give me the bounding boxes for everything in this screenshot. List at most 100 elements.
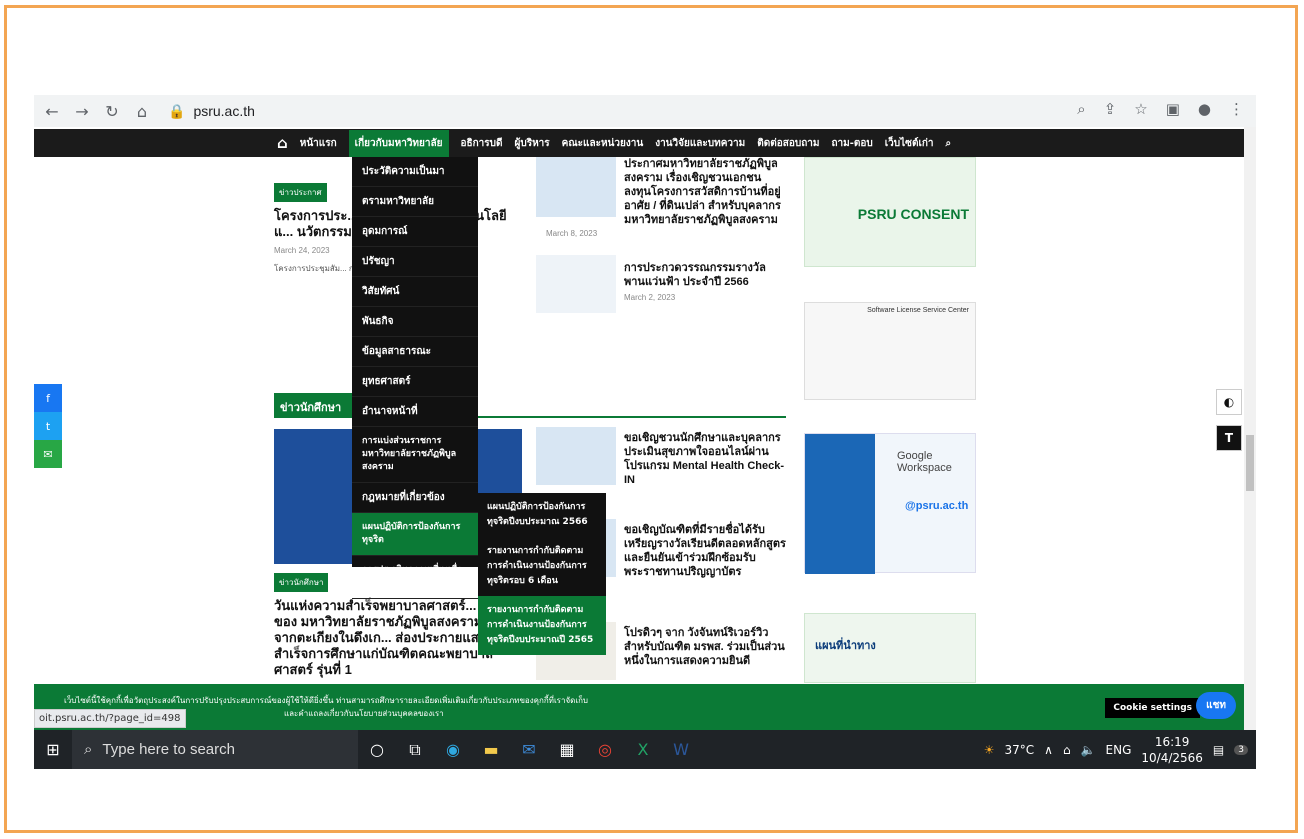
submenu-item-active[interactable]: รายงานการกำกับติดตามการดำเนินงานป้องกันก… xyxy=(478,596,606,655)
zoom-icon[interactable]: ⌕ xyxy=(1077,100,1085,118)
share-icon[interactable]: ⇪ xyxy=(1104,100,1117,118)
url-text: psru.ac.th xyxy=(193,103,255,119)
notification-badge: 3 xyxy=(1234,744,1248,755)
menu-item[interactable]: ยุทธศาสตร์ xyxy=(352,367,478,397)
top-navigation: ⌂ หน้าแรก เกี่ยวกับมหาวิทยาลัย อธิการบดี… xyxy=(34,129,1244,157)
menu-item[interactable]: วิสัยทัศน์ xyxy=(352,277,478,307)
task-view-icon[interactable]: ⧉ xyxy=(396,740,434,760)
volume-icon[interactable]: 🔈 xyxy=(1081,743,1096,757)
menu-item[interactable]: ประวัติความเป็นมา xyxy=(352,157,478,187)
menu-item[interactable]: การแบ่งส่วนราชการมหาวิทยาลัยราชภัฏพิบูลส… xyxy=(352,427,478,483)
file-explorer-icon[interactable]: ▬ xyxy=(472,740,510,759)
anticorruption-submenu: แผนปฏิบัติการป้องกันการทุจริตปีงบประมาณ … xyxy=(478,493,606,655)
home-icon[interactable]: ⌂ xyxy=(130,102,154,121)
nav-item[interactable]: ผู้บริหาร xyxy=(515,136,550,151)
post-date: March 2, 2023 xyxy=(624,293,676,302)
share-sidebar: f t ✉ xyxy=(34,384,62,468)
student-post-1: ขอเชิญชวนนักศึกษาและบุคลากรประเมินสุขภาพ… xyxy=(536,427,786,497)
language-indicator[interactable]: ENG xyxy=(1106,743,1132,757)
home-nav-icon[interactable]: ⌂ xyxy=(277,134,288,152)
word-icon[interactable]: W xyxy=(662,740,700,759)
nav-item[interactable]: ติดต่อสอบถาม xyxy=(757,136,819,151)
nav-item-active[interactable]: เกี่ยวกับมหาวิทยาลัย xyxy=(348,129,449,157)
edge-icon[interactable]: ◉ xyxy=(434,740,472,759)
system-tray: ☀ 37°C ∧ ⌂ 🔈 ENG 16:19 10/4/2566 ▤ 3 xyxy=(984,730,1248,769)
menu-item[interactable]: ตรามหาวิทยาลัย xyxy=(352,187,478,217)
cookie-banner: เว็บไซต์นี้ใช้คุกกี้เพื่อวัตถุประสงค์ในก… xyxy=(34,684,1244,730)
submenu-item[interactable]: แผนปฏิบัติการป้องกันการทุจริตปีงบประมาณ … xyxy=(478,493,606,537)
network-icon[interactable]: ⌂ xyxy=(1063,743,1071,757)
nav-item[interactable]: หน้าแรก xyxy=(300,136,337,151)
about-dropdown-menu: ประวัติความเป็นมา ตรามหาวิทยาลัย อุดมการ… xyxy=(352,157,478,599)
nav-item[interactable]: เว็บไซต์เก่า xyxy=(885,136,934,151)
email-icon[interactable]: ✉ xyxy=(34,440,62,468)
address-bar[interactable]: 🔒 psru.ac.th xyxy=(168,103,255,120)
sidepanel-icon[interactable]: ▣ xyxy=(1166,100,1180,118)
post-thumbnail[interactable] xyxy=(536,157,616,217)
nav-item[interactable]: ถาม-ตอบ xyxy=(831,136,872,151)
search-icon[interactable]: ⌕ xyxy=(946,138,952,149)
menu-item[interactable]: ข้อมูลสาธารณะ xyxy=(352,337,478,367)
nav-item[interactable]: อธิการบดี xyxy=(461,136,503,151)
ad-title: Software License Service Center xyxy=(867,307,969,314)
chrome-icon[interactable]: ◎ xyxy=(586,740,624,759)
windows-start-icon[interactable]: ⊞ xyxy=(34,740,72,759)
excel-icon[interactable]: X xyxy=(624,740,662,759)
cookie-settings-button[interactable]: Cookie settings xyxy=(1105,698,1200,718)
reload-icon[interactable]: ↻ xyxy=(100,102,124,121)
post-thumbnail[interactable] xyxy=(536,427,616,485)
nav-item[interactable]: งานวิจัยและบทความ xyxy=(655,136,745,151)
ad-consent[interactable]: PSRU CONSENT xyxy=(804,157,976,267)
back-icon[interactable]: ← xyxy=(40,102,64,121)
post-tag[interactable]: ข่าวประกาศ xyxy=(274,183,327,202)
scrollbar-thumb[interactable] xyxy=(1246,435,1254,491)
clock-date: 10/4/2566 xyxy=(1141,750,1203,765)
contrast-icon[interactable]: ◐ xyxy=(1216,389,1242,415)
temperature[interactable]: 37°C xyxy=(1005,743,1035,757)
search-icon: ⌕ xyxy=(84,741,93,758)
post-thumbnail[interactable] xyxy=(536,255,616,313)
browser-toolbar: ← → ↻ ⌂ 🔒 psru.ac.th ⌕ ⇪ ☆ ▣ ● ⋮ xyxy=(34,95,1256,127)
menu-item[interactable]: อุดมการณ์ xyxy=(352,217,478,247)
bookmark-star-icon[interactable]: ☆ xyxy=(1134,100,1147,118)
mail-icon[interactable]: ✉ xyxy=(510,740,548,759)
taskbar-search[interactable]: ⌕ Type here to search xyxy=(72,730,358,769)
post-date: March 8, 2023 xyxy=(546,229,598,238)
post-title[interactable]: การประกวดวรรณกรรมรางวัลพานแว่นฟ้า ประจำป… xyxy=(624,261,786,289)
ad-map[interactable]: แผนที่นำทาง xyxy=(804,613,976,683)
menu-item-active[interactable]: แผนปฏิบัติการป้องกันการทุจริต xyxy=(352,513,478,556)
menu-item[interactable]: กฎหมายที่เกี่ยวข้อง xyxy=(352,483,478,513)
facebook-icon[interactable]: f xyxy=(34,384,62,412)
menu-item[interactable]: ปรัชญา xyxy=(352,247,478,277)
menu-item[interactable]: การประเมินความเสี่ยงเพื่อป้องกันการทุจริ… xyxy=(352,556,478,599)
post-title[interactable]: โปรดิวๆ จาก วังจันทน์ริเวอร์วิวสำหรับบัณ… xyxy=(624,626,786,668)
browser-actions: ⌕ ⇪ ☆ ▣ ● ⋮ xyxy=(1077,100,1244,118)
ad-software[interactable]: Software License Service Center xyxy=(804,302,976,400)
notification-icon[interactable]: ▤ xyxy=(1213,743,1224,757)
windows-taskbar: ⊞ ⌕ Type here to search ○ ⧉ ◉ ▬ ✉ ▦ ◎ X … xyxy=(34,730,1256,769)
ad-google[interactable]: Google Workspace @psru.ac.th xyxy=(804,433,976,574)
cookie-policy-text: และคำแถลงเกี่ยวกับนโยบายส่วนบุคคลของเรา xyxy=(284,709,444,718)
post-title[interactable]: ขอเชิญชวนนักศึกษาและบุคลากรประเมินสุขภาพ… xyxy=(624,431,786,487)
store-icon[interactable]: ▦ xyxy=(548,740,586,759)
profile-avatar[interactable]: ● xyxy=(1198,100,1211,118)
submenu-item[interactable]: รายงานการกำกับติดตามการดำเนินงานป้องกันก… xyxy=(478,537,606,596)
post-tag[interactable]: ข่าวนักศึกษา xyxy=(274,573,329,592)
forward-icon[interactable]: → xyxy=(70,102,94,121)
menu-item[interactable]: อำนาจหน้าที่ xyxy=(352,397,478,427)
chat-button[interactable]: แชท xyxy=(1196,692,1236,719)
section-divider xyxy=(274,416,786,418)
search-placeholder: Type here to search xyxy=(102,741,235,758)
cortana-icon[interactable]: ○ xyxy=(358,740,396,759)
page-scrollbar[interactable] xyxy=(1244,127,1256,730)
menu-kebab-icon[interactable]: ⋮ xyxy=(1229,100,1244,118)
post-title[interactable]: ประกาศมหาวิทยาลัยราชภัฏพิบูลสงคราม เรื่อ… xyxy=(624,157,786,227)
font-size-icon[interactable]: T xyxy=(1216,425,1242,451)
nav-item[interactable]: คณะและหน่วยงาน xyxy=(562,136,644,151)
post-title[interactable]: ขอเชิญบัณฑิตที่มีรายชื่อได้รับเหรียญรางว… xyxy=(624,523,786,579)
clock[interactable]: 16:19 10/4/2566 xyxy=(1141,734,1203,766)
weather-icon[interactable]: ☀ xyxy=(984,743,995,757)
menu-item[interactable]: พันธกิจ xyxy=(352,307,478,337)
twitter-icon[interactable]: t xyxy=(34,412,62,440)
chevron-up-icon[interactable]: ∧ xyxy=(1044,743,1053,757)
